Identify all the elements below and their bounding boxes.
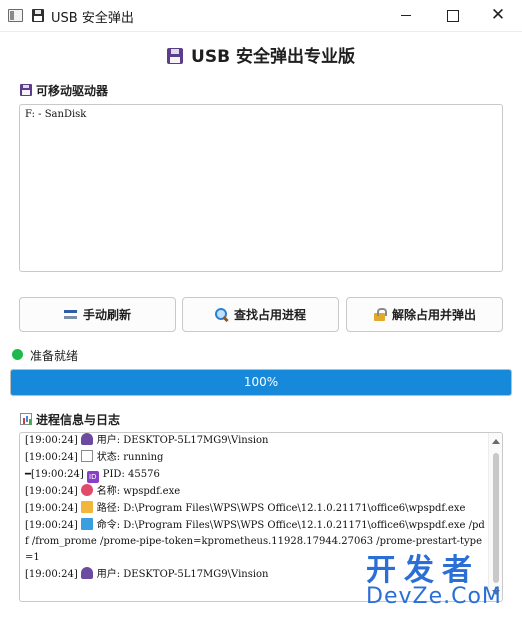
bar-chart-icon bbox=[80, 450, 93, 462]
log-line: ━[19:00:24] ID PID: 45576 bbox=[25, 467, 485, 484]
log-text: 状态: running bbox=[96, 452, 164, 463]
app-heading: USB 安全弹出专业版 bbox=[0, 42, 522, 67]
log-text: 路径: D:\Program Files\WPS\WPS Office\12.1… bbox=[96, 503, 466, 514]
computer-icon bbox=[80, 518, 93, 530]
log-line: [19:00:24] 用户: DESKTOP-5L17MG9\Vinsion bbox=[25, 433, 485, 450]
log-text: 名称: wpspdf.exe bbox=[96, 486, 181, 497]
log-timestamp: [19:00:24] bbox=[25, 435, 78, 446]
unlock-eject-button[interactable]: 解除占用并弹出 bbox=[346, 297, 503, 332]
progress-label: 100% bbox=[243, 375, 279, 389]
minimize-button[interactable] bbox=[383, 0, 429, 32]
watermark-bottom: DevZe.CoM bbox=[366, 584, 502, 609]
maximize-button[interactable] bbox=[429, 0, 475, 32]
folder-icon bbox=[80, 501, 93, 513]
floppy-disk-icon bbox=[32, 9, 44, 22]
log-timestamp: [19:00:24] bbox=[25, 452, 78, 463]
find-processes-button[interactable]: 查找占用进程 bbox=[182, 297, 339, 332]
search-icon bbox=[214, 308, 228, 321]
log-line: [19:00:24] 路径: D:\Program Files\WPS\WPS O… bbox=[25, 501, 485, 518]
log-text: 用户: DESKTOP-5L17MG9\Vinsion bbox=[96, 569, 269, 580]
window-app-icon bbox=[8, 9, 23, 22]
progress-bar: 100% bbox=[10, 369, 512, 396]
drive-list[interactable]: F: - SanDisk bbox=[19, 104, 503, 272]
drive-list-item[interactable]: F: - SanDisk bbox=[25, 109, 86, 120]
log-line: [19:00:24] 状态: running bbox=[25, 450, 485, 467]
drives-section-label: 可移动驱动器 bbox=[20, 82, 108, 99]
log-timestamp: [19:00:24] bbox=[25, 569, 78, 580]
window-title: USB 安全弹出 bbox=[51, 11, 134, 26]
id-icon: ID bbox=[86, 471, 99, 483]
status-indicator-icon bbox=[12, 349, 23, 360]
scroll-up-arrow-icon[interactable] bbox=[492, 439, 500, 444]
log-timestamp: [19:00:24] bbox=[25, 520, 78, 531]
app-heading-text: USB 安全弹出专业版 bbox=[191, 47, 355, 67]
unlock-eject-button-label: 解除占用并弹出 bbox=[391, 308, 476, 322]
log-section-label: 进程信息与日志 bbox=[20, 411, 120, 428]
floppy-disk-icon bbox=[20, 84, 32, 96]
lips-icon bbox=[80, 484, 93, 496]
log-timestamp: [19:00:24] bbox=[25, 503, 78, 514]
bar-chart-icon bbox=[20, 413, 32, 425]
user-icon bbox=[80, 567, 93, 579]
status-text: 准备就绪 bbox=[30, 349, 79, 363]
refresh-icon bbox=[63, 308, 77, 321]
drives-label-text: 可移动驱动器 bbox=[36, 84, 109, 98]
log-timestamp: ━[19:00:24] bbox=[25, 469, 84, 480]
watermark: 开发者 DevZe.CoM bbox=[366, 556, 502, 608]
title-bar: USB 安全弹出 ✕ bbox=[0, 0, 522, 32]
refresh-button[interactable]: 手动刷新 bbox=[19, 297, 176, 332]
refresh-button-label: 手动刷新 bbox=[82, 308, 131, 322]
floppy-disk-icon bbox=[167, 48, 184, 64]
log-line: [19:00:24] 名称: wpspdf.exe bbox=[25, 484, 485, 501]
log-text: 用户: DESKTOP-5L17MG9\Vinsion bbox=[96, 435, 269, 446]
unlock-icon bbox=[373, 308, 387, 321]
find-processes-button-label: 查找占用进程 bbox=[233, 308, 306, 322]
user-icon bbox=[80, 433, 93, 445]
log-timestamp: [19:00:24] bbox=[25, 486, 78, 497]
log-text: PID: 45576 bbox=[102, 469, 160, 480]
watermark-top: 开发者 bbox=[366, 553, 480, 588]
log-label-text: 进程信息与日志 bbox=[36, 413, 121, 427]
close-button[interactable]: ✕ bbox=[475, 0, 521, 32]
